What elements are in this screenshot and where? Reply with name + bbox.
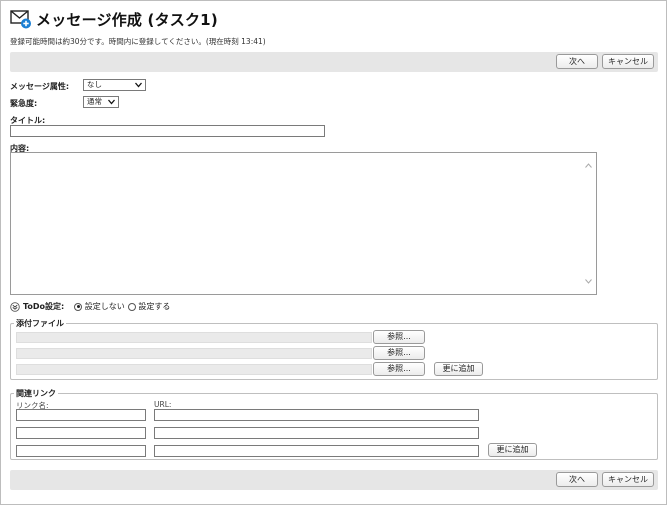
attribute-select[interactable]: なし [83,79,146,91]
expand-icon[interactable] [10,301,20,312]
cancel-button-top[interactable]: キャンセル [602,54,654,69]
browse-button-2[interactable]: 参照... [373,346,425,360]
add-link-button[interactable]: 更に追加 [488,443,537,457]
urgency-select-value: 通常 [87,97,102,106]
urgency-select[interactable]: 通常 [83,96,119,108]
chevron-down-icon [108,99,115,105]
link-url-header: URL: [154,400,172,409]
link-name-input-1[interactable] [16,409,146,421]
todo-label: ToDo設定: [23,302,65,311]
window-frame: メッセージ作成 (タスク1) 登録可能時間は約30分です。時間内に登録してくださ… [0,0,667,505]
chevron-down-icon [135,82,142,88]
attachment-field-3[interactable] [16,364,372,375]
add-attachment-button[interactable]: 更に追加 [434,362,483,376]
attribute-label: メッセージ属性: [10,82,70,91]
urgency-label: 緊急度: [10,99,38,108]
link-url-input-2[interactable] [154,427,479,439]
cancel-button-bottom[interactable]: キャンセル [602,472,654,487]
time-limit-notice: 登録可能時間は約30分です。時間内に登録してください。(現在時刻 13:41) [10,37,266,46]
next-button-bottom[interactable]: 次へ [556,472,598,487]
next-button-top[interactable]: 次へ [556,54,598,69]
link-url-input-3[interactable] [154,445,479,457]
radio-icon[interactable] [127,302,136,311]
content-textarea[interactable] [10,152,597,295]
bottom-action-bar: 次へ キャンセル [10,470,658,490]
scroll-up-icon[interactable] [585,163,592,168]
link-name-input-2[interactable] [16,427,146,439]
top-action-bar: 次へ キャンセル [10,52,658,72]
todo-option-none[interactable]: 設定しない [74,301,125,312]
title-input[interactable] [10,125,325,137]
browse-button-1[interactable]: 参照... [373,330,425,344]
links-legend: 関連リンク [14,388,58,399]
attachment-field-1[interactable] [16,332,372,343]
attachment-field-2[interactable] [16,348,372,359]
attachments-legend: 添付ファイル [14,318,66,329]
page-title: メッセージ作成 (タスク1) [36,10,218,29]
scroll-down-icon[interactable] [585,279,592,284]
browse-button-3[interactable]: 参照... [373,362,425,376]
link-name-input-3[interactable] [16,445,146,457]
attribute-select-value: なし [87,80,102,89]
todo-option-set[interactable]: 設定する [127,301,170,312]
new-message-icon [10,9,32,29]
todo-row: ToDo設定: 設定しない 設定する [10,301,170,312]
link-url-input-1[interactable] [154,409,479,421]
page-header: メッセージ作成 (タスク1) [10,8,218,30]
radio-icon[interactable] [74,302,83,311]
